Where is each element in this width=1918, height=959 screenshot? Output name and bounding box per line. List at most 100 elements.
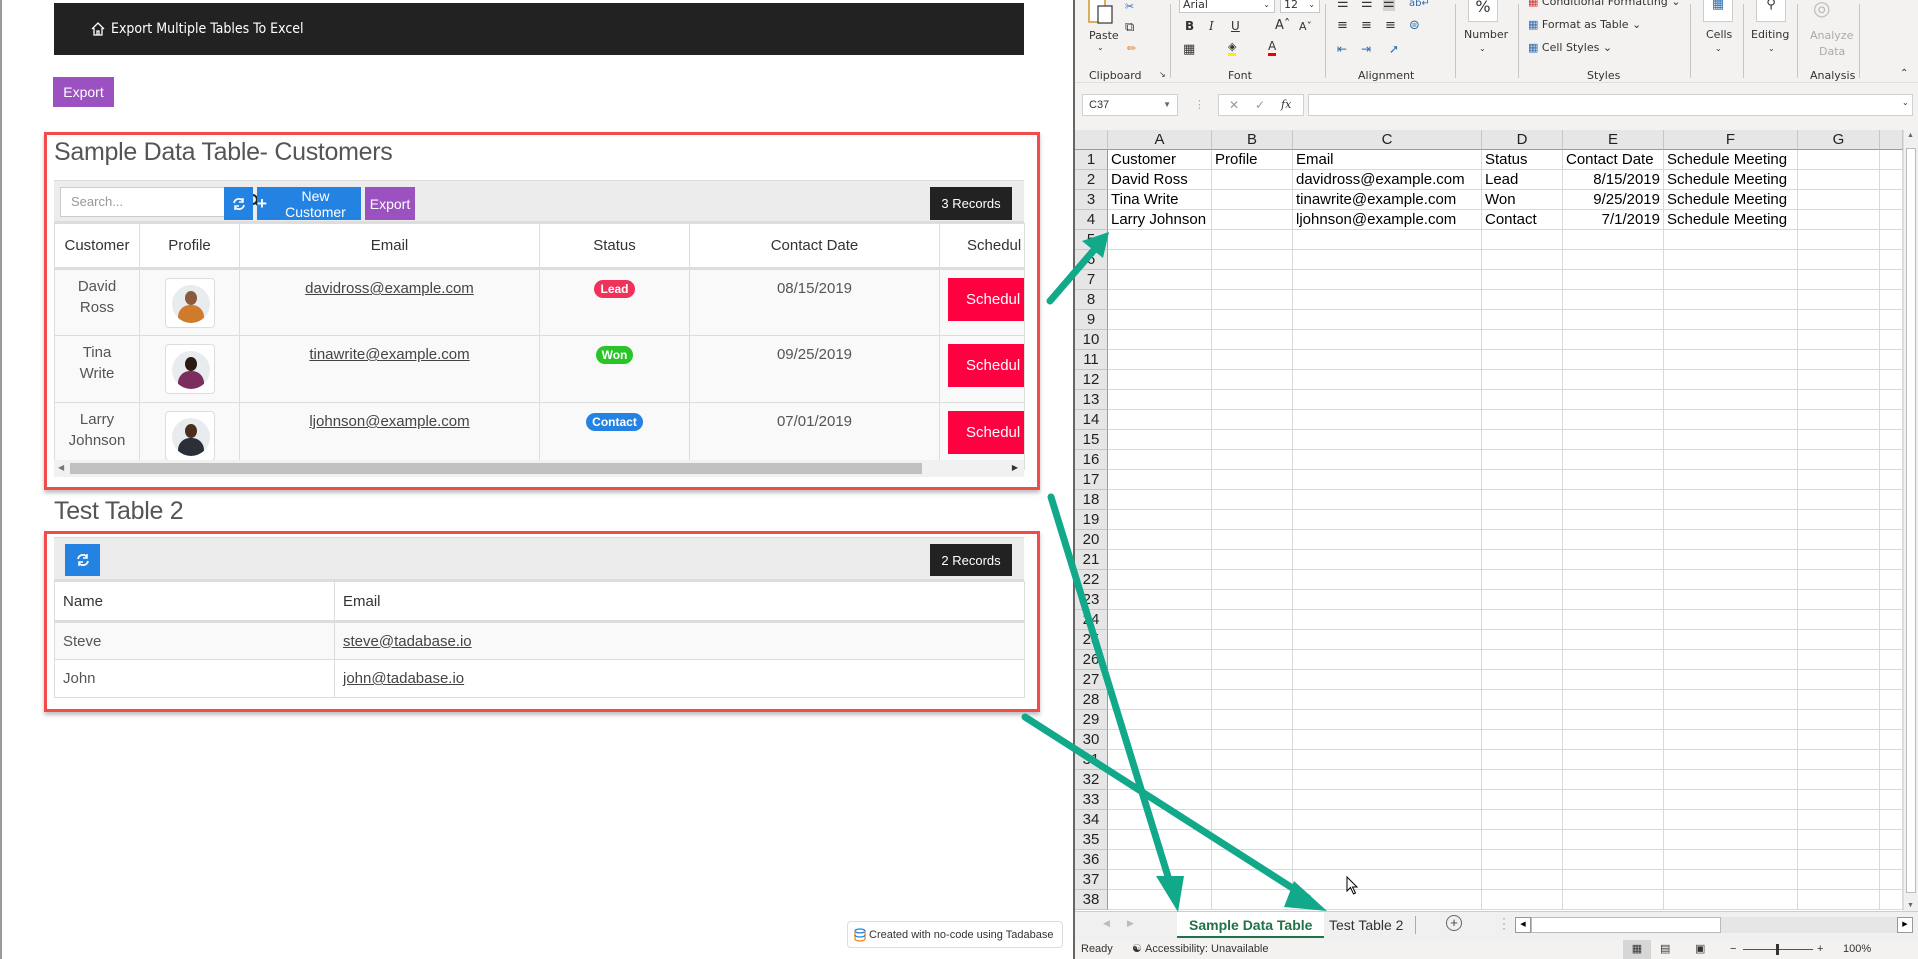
cell[interactable] — [1108, 290, 1212, 310]
cell[interactable] — [1563, 690, 1664, 710]
cell[interactable] — [1664, 810, 1798, 830]
cell[interactable] — [1563, 450, 1664, 470]
cell[interactable] — [1293, 630, 1482, 650]
cell[interactable] — [1798, 770, 1880, 790]
cell[interactable]: Schedule Meeting — [1664, 190, 1798, 210]
cell[interactable] — [1563, 610, 1664, 630]
row-header[interactable]: 2 — [1075, 170, 1108, 190]
cell[interactable] — [1108, 330, 1212, 350]
cell[interactable] — [1798, 370, 1880, 390]
dialog-launcher-icon[interactable]: ↘ — [1159, 70, 1166, 79]
zoom-out-icon[interactable]: − — [1730, 940, 1736, 959]
cell[interactable] — [1880, 210, 1903, 230]
cell[interactable]: Schedule Meeting — [1664, 150, 1798, 170]
cell[interactable] — [1212, 850, 1293, 870]
row-header[interactable]: 22 — [1075, 570, 1108, 590]
cell[interactable] — [1108, 630, 1212, 650]
italic-button[interactable]: I — [1209, 19, 1214, 33]
row-header[interactable]: 8 — [1075, 290, 1108, 310]
search-input[interactable]: Search... — [60, 187, 234, 217]
table1-horizontal-scrollbar[interactable]: ◀ ▶ — [54, 460, 1024, 477]
cell[interactable] — [1664, 850, 1798, 870]
cell[interactable] — [1880, 750, 1903, 770]
cell[interactable] — [1880, 510, 1903, 530]
row-header[interactable]: 33 — [1075, 790, 1108, 810]
cell[interactable] — [1108, 450, 1212, 470]
column-header-name[interactable]: Name — [54, 581, 335, 623]
merge-center-icon[interactable]: ⊜ — [1409, 18, 1420, 33]
cell[interactable] — [1664, 630, 1798, 650]
cell[interactable] — [1108, 750, 1212, 770]
row-header[interactable]: 28 — [1075, 690, 1108, 710]
cell[interactable] — [1664, 410, 1798, 430]
row-header[interactable]: 9 — [1075, 310, 1108, 330]
email-link[interactable]: steve@tadabase.io — [343, 633, 472, 650]
cell[interactable] — [1293, 890, 1482, 910]
column-header-profile[interactable]: Profile — [139, 223, 240, 270]
row-header[interactable]: 16 — [1075, 450, 1108, 470]
decrease-font-icon[interactable]: Aˇ — [1299, 20, 1312, 33]
cell[interactable] — [1798, 890, 1880, 910]
row-header[interactable]: 7 — [1075, 270, 1108, 290]
cell[interactable]: Tina Write — [1108, 190, 1212, 210]
cell[interactable] — [1212, 250, 1293, 270]
cell[interactable] — [1108, 410, 1212, 430]
wrap-text-icon[interactable]: ab↵ — [1409, 0, 1430, 9]
cell[interactable] — [1293, 830, 1482, 850]
email-link[interactable]: davidross@example.com — [305, 280, 474, 297]
column-header-customer[interactable]: Customer — [54, 223, 140, 270]
cell[interactable] — [1563, 290, 1664, 310]
refresh-button[interactable] — [224, 187, 253, 220]
table1-export-button[interactable]: Export — [365, 187, 415, 220]
cell[interactable] — [1482, 830, 1563, 850]
cell[interactable] — [1880, 790, 1903, 810]
cell[interactable] — [1563, 870, 1664, 890]
cell[interactable] — [1212, 570, 1293, 590]
cell[interactable] — [1482, 510, 1563, 530]
cell[interactable] — [1108, 550, 1212, 570]
email-link[interactable]: tinawrite@example.com — [309, 346, 469, 363]
row-header[interactable]: 35 — [1075, 830, 1108, 850]
row-header[interactable]: 24 — [1075, 610, 1108, 630]
cell[interactable] — [1482, 650, 1563, 670]
cell[interactable] — [1212, 270, 1293, 290]
cell[interactable] — [1212, 630, 1293, 650]
zoom-level[interactable]: 100% — [1843, 940, 1871, 959]
cell[interactable] — [1798, 710, 1880, 730]
cell[interactable] — [1880, 370, 1903, 390]
align-right-icon[interactable]: ≡ — [1385, 18, 1396, 33]
cell[interactable] — [1212, 690, 1293, 710]
row-header[interactable]: 1 — [1075, 150, 1108, 170]
cell[interactable] — [1798, 450, 1880, 470]
refresh-button[interactable] — [65, 544, 100, 576]
cell[interactable] — [1212, 510, 1293, 530]
cell[interactable] — [1563, 310, 1664, 330]
column-header[interactable]: C — [1293, 130, 1482, 150]
cell[interactable] — [1293, 510, 1482, 530]
cell[interactable] — [1482, 810, 1563, 830]
cell[interactable] — [1664, 730, 1798, 750]
cell[interactable] — [1880, 430, 1903, 450]
sheet-tab-test-table-2[interactable]: Test Table 2 — [1317, 912, 1415, 938]
cell[interactable] — [1482, 370, 1563, 390]
cell[interactable]: Won — [1482, 190, 1563, 210]
cell[interactable]: Lead — [1482, 170, 1563, 190]
cell[interactable] — [1664, 570, 1798, 590]
cell[interactable] — [1212, 550, 1293, 570]
cell[interactable] — [1563, 390, 1664, 410]
cell[interactable] — [1880, 830, 1903, 850]
row-header[interactable]: 26 — [1075, 650, 1108, 670]
splitter-handle[interactable]: ⋮ — [1497, 915, 1511, 932]
cell[interactable] — [1664, 770, 1798, 790]
cell[interactable] — [1664, 250, 1798, 270]
cell[interactable] — [1212, 330, 1293, 350]
cell[interactable] — [1482, 270, 1563, 290]
column-header-email[interactable]: Email — [334, 581, 1025, 623]
cell[interactable] — [1293, 810, 1482, 830]
cell[interactable] — [1108, 770, 1212, 790]
cell[interactable] — [1664, 790, 1798, 810]
cell[interactable] — [1293, 770, 1482, 790]
cell[interactable]: Email — [1293, 150, 1482, 170]
zoom-slider[interactable] — [1743, 944, 1813, 955]
cell[interactable] — [1798, 290, 1880, 310]
